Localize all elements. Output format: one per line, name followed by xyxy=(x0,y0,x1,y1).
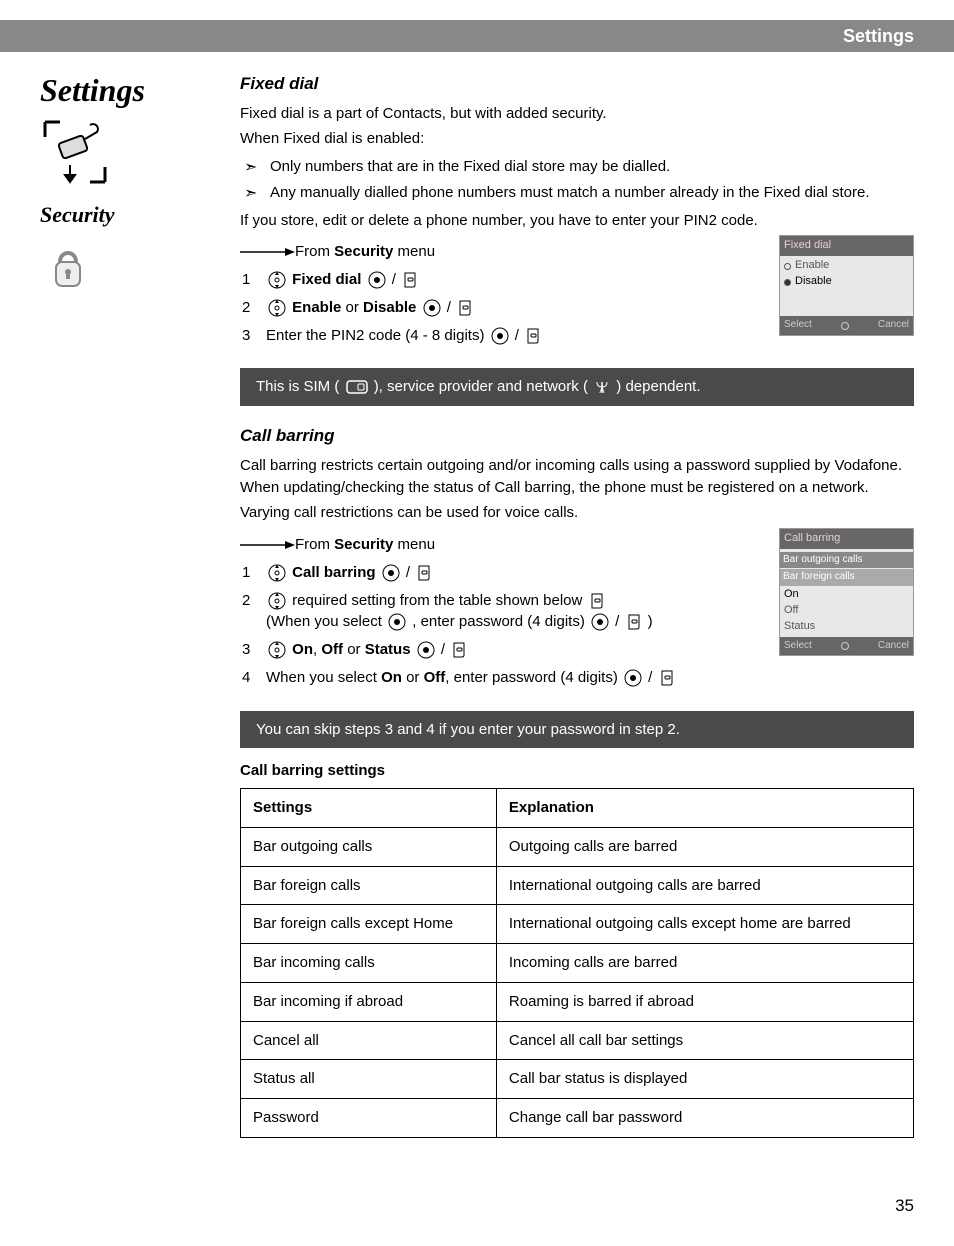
step: On, Off or Status / xyxy=(240,639,914,661)
page-header: Settings xyxy=(0,20,954,52)
col-settings: Settings xyxy=(241,789,497,828)
center-key-icon xyxy=(368,271,386,289)
arrow-icon xyxy=(240,246,295,258)
softkey-icon xyxy=(402,271,418,289)
header-title: Settings xyxy=(843,26,914,47)
softkey-icon xyxy=(626,613,642,631)
step-enable: Enable xyxy=(292,299,341,316)
from-prefix: From xyxy=(295,243,334,260)
fixed-dial-intro2: When Fixed dial is enabled: xyxy=(240,128,914,150)
nav-icon xyxy=(268,592,286,610)
call-barring-intro2: Varying call restrictions can be used fo… xyxy=(240,502,914,524)
sidebar-title: Settings xyxy=(40,72,230,109)
main-content: Fixed dial Fixed dial is a part of Conta… xyxy=(240,72,914,1156)
nav-icon xyxy=(268,299,286,317)
step-label: Fixed dial xyxy=(292,271,361,288)
center-key-icon xyxy=(417,641,435,659)
lock-icon xyxy=(48,242,88,292)
center-key-icon xyxy=(388,613,406,631)
screenshot-title: Call barring xyxy=(780,529,913,549)
table-row: Bar outgoing callsOutgoing calls are bar… xyxy=(241,827,914,866)
section-call-barring: Call barring Call barring restricts cert… xyxy=(240,424,914,1138)
fixed-dial-steps: Fixed dial / Enable or Disable / Enter t… xyxy=(240,269,914,346)
center-key-icon xyxy=(591,613,609,631)
device-icon xyxy=(40,117,110,187)
table-row: Bar foreign callsInternational outgoing … xyxy=(241,866,914,905)
center-key-icon xyxy=(423,299,441,317)
step: Enable or Disable / xyxy=(240,297,914,319)
step-disable: Disable xyxy=(363,299,416,316)
step: When you select On or Off, enter passwor… xyxy=(240,667,914,689)
center-key-icon xyxy=(624,669,642,687)
center-key-icon xyxy=(382,564,400,582)
call-barring-table: Settings Explanation Bar outgoing callsO… xyxy=(240,788,914,1138)
from-security-row: From Security menu xyxy=(240,241,769,263)
table-row: Bar incoming if abroadRoaming is barred … xyxy=(241,982,914,1021)
bullet: Any manually dialled phone numbers must … xyxy=(240,182,914,204)
softkey-icon xyxy=(659,669,675,687)
col-explanation: Explanation xyxy=(496,789,913,828)
step: Call barring / xyxy=(240,562,914,584)
fixed-dial-pin2: If you store, edit or delete a phone num… xyxy=(240,210,914,232)
softkey-icon xyxy=(525,327,541,345)
heading-call-barring: Call barring xyxy=(240,424,914,449)
fixed-dial-intro1: Fixed dial is a part of Contacts, but wi… xyxy=(240,103,914,125)
section-fixed-dial: Fixed dial Fixed dial is a part of Conta… xyxy=(240,72,914,406)
table-title: Call barring settings xyxy=(240,760,914,782)
table-row: Status allCall bar status is displayed xyxy=(241,1060,914,1099)
page-number: 35 xyxy=(0,1186,954,1246)
center-key-icon xyxy=(491,327,509,345)
softkey-icon xyxy=(589,592,605,610)
sim-icon xyxy=(346,380,368,394)
sidebar-subtitle: Security xyxy=(40,202,230,228)
heading-fixed-dial: Fixed dial xyxy=(240,72,914,97)
step: Fixed dial / xyxy=(240,269,914,291)
screenshot-title: Fixed dial xyxy=(780,236,913,256)
from-bold: Security xyxy=(334,243,393,260)
table-row: Cancel allCancel all call bar settings xyxy=(241,1021,914,1060)
sidebar: Settings Security xyxy=(40,72,240,1156)
table-row: PasswordChange call bar password xyxy=(241,1099,914,1138)
arrow-icon xyxy=(240,539,295,551)
softkey-icon xyxy=(457,299,473,317)
nav-icon xyxy=(268,641,286,659)
bullet: Only numbers that are in the Fixed dial … xyxy=(240,156,914,178)
note-box: This is SIM ( ), service provider and ne… xyxy=(240,368,914,406)
from-suffix: menu xyxy=(393,243,435,260)
from-security-row: From Security menu xyxy=(240,534,769,556)
nav-icon xyxy=(268,271,286,289)
note-box: You can skip steps 3 and 4 if you enter … xyxy=(240,711,914,749)
table-row: Bar foreign calls except HomeInternation… xyxy=(241,905,914,944)
step: required setting from the table shown be… xyxy=(240,590,914,634)
step: Enter the PIN2 code (4 - 8 digits) / xyxy=(240,325,914,347)
fixed-dial-bullets: Only numbers that are in the Fixed dial … xyxy=(240,156,914,204)
table-row: Bar incoming callsIncoming calls are bar… xyxy=(241,944,914,983)
network-icon: A xyxy=(594,379,610,395)
svg-text:A: A xyxy=(599,386,605,395)
softkey-icon xyxy=(451,641,467,659)
call-barring-intro: Call barring restricts certain outgoing … xyxy=(240,455,914,499)
softkey-icon xyxy=(416,564,432,582)
nav-icon xyxy=(268,564,286,582)
call-barring-steps: Call barring / required setting from the… xyxy=(240,562,914,689)
